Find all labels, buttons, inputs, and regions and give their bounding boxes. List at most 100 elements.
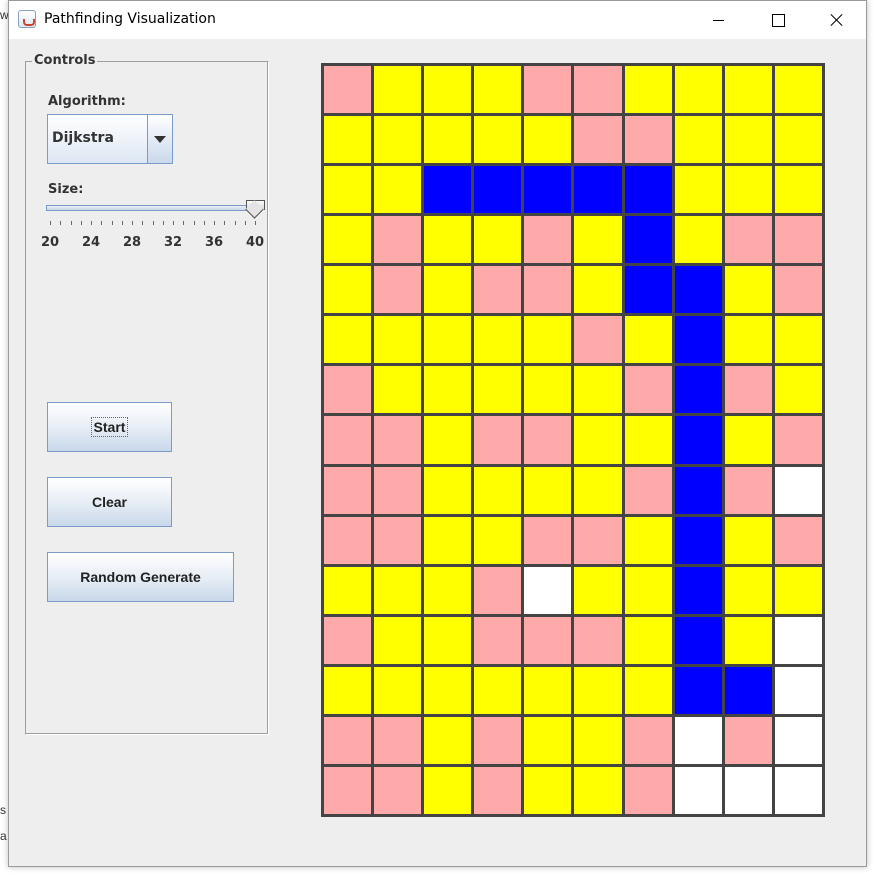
- grid-cell[interactable]: [524, 366, 572, 414]
- grid-cell[interactable]: [624, 316, 672, 364]
- algorithm-dropdown[interactable]: Dijkstra: [47, 114, 173, 164]
- grid-cell[interactable]: [724, 266, 772, 314]
- grid-cell[interactable]: [424, 466, 472, 514]
- grid-cell[interactable]: [574, 616, 622, 664]
- grid-cell[interactable]: [524, 116, 572, 164]
- grid-cell[interactable]: [674, 566, 722, 614]
- grid-cell[interactable]: [524, 716, 572, 764]
- chevron-down-icon[interactable]: [147, 115, 172, 163]
- grid-cell[interactable]: [424, 516, 472, 564]
- grid-cell[interactable]: [774, 416, 822, 464]
- grid-cell[interactable]: [474, 516, 522, 564]
- grid-cell[interactable]: [424, 116, 472, 164]
- grid-cell[interactable]: [474, 66, 522, 114]
- grid-cell[interactable]: [424, 266, 472, 314]
- grid-cell[interactable]: [574, 266, 622, 314]
- grid-cell[interactable]: [424, 316, 472, 364]
- grid-cell[interactable]: [774, 666, 822, 714]
- grid-cell[interactable]: [474, 766, 522, 814]
- grid-cell[interactable]: [574, 166, 622, 214]
- grid-cell[interactable]: [474, 266, 522, 314]
- grid-cell[interactable]: [774, 716, 822, 764]
- clear-button[interactable]: Clear: [47, 477, 172, 527]
- random-generate-button[interactable]: Random Generate: [47, 552, 234, 602]
- grid-cell[interactable]: [674, 666, 722, 714]
- grid-cell[interactable]: [524, 216, 572, 264]
- grid-cell[interactable]: [524, 66, 572, 114]
- grid-cell[interactable]: [724, 166, 772, 214]
- grid-cell[interactable]: [524, 166, 572, 214]
- grid-cell[interactable]: [774, 116, 822, 164]
- grid-cell[interactable]: [424, 166, 472, 214]
- minimize-button[interactable]: [695, 1, 741, 39]
- grid-cell[interactable]: [724, 466, 772, 514]
- pathfinding-grid[interactable]: [321, 63, 825, 817]
- grid-cell[interactable]: [424, 366, 472, 414]
- grid-cell[interactable]: [774, 216, 822, 264]
- grid-cell[interactable]: [324, 466, 372, 514]
- grid-cell[interactable]: [524, 616, 572, 664]
- grid-cell[interactable]: [674, 466, 722, 514]
- grid-cell[interactable]: [474, 616, 522, 664]
- grid-cell[interactable]: [574, 516, 622, 564]
- grid-cell[interactable]: [474, 566, 522, 614]
- grid-cell[interactable]: [724, 216, 772, 264]
- grid-cell[interactable]: [624, 366, 672, 414]
- grid-cell[interactable]: [574, 116, 622, 164]
- grid-cell[interactable]: [774, 566, 822, 614]
- grid-cell[interactable]: [574, 466, 622, 514]
- grid-cell[interactable]: [424, 716, 472, 764]
- grid-cell[interactable]: [424, 416, 472, 464]
- grid-cell[interactable]: [474, 116, 522, 164]
- size-slider[interactable]: 20 24 28 32 36 40: [41, 200, 265, 250]
- grid-cell[interactable]: [324, 716, 372, 764]
- grid-cell[interactable]: [424, 566, 472, 614]
- grid-cell[interactable]: [674, 116, 722, 164]
- grid-cell[interactable]: [574, 566, 622, 614]
- grid-cell[interactable]: [374, 316, 422, 364]
- grid-cell[interactable]: [624, 566, 672, 614]
- grid-cell[interactable]: [474, 316, 522, 364]
- grid-cell[interactable]: [374, 666, 422, 714]
- grid-cell[interactable]: [574, 716, 622, 764]
- grid-cell[interactable]: [524, 466, 572, 514]
- grid-cell[interactable]: [374, 66, 422, 114]
- grid-cell[interactable]: [674, 616, 722, 664]
- grid-cell[interactable]: [674, 66, 722, 114]
- grid-cell[interactable]: [374, 466, 422, 514]
- grid-cell[interactable]: [424, 66, 472, 114]
- grid-cell[interactable]: [774, 766, 822, 814]
- grid-cell[interactable]: [474, 366, 522, 414]
- grid-cell[interactable]: [674, 416, 722, 464]
- grid-cell[interactable]: [724, 116, 772, 164]
- close-button[interactable]: [814, 1, 860, 39]
- grid-cell[interactable]: [724, 416, 772, 464]
- grid-cell[interactable]: [724, 66, 772, 114]
- grid-cell[interactable]: [324, 316, 372, 364]
- grid-cell[interactable]: [374, 116, 422, 164]
- grid-cell[interactable]: [674, 366, 722, 414]
- grid-cell[interactable]: [724, 566, 772, 614]
- grid-cell[interactable]: [524, 266, 572, 314]
- grid-cell[interactable]: [774, 266, 822, 314]
- grid-cell[interactable]: [574, 316, 622, 364]
- grid-cell[interactable]: [674, 316, 722, 364]
- grid-cell[interactable]: [424, 216, 472, 264]
- grid-cell[interactable]: [724, 366, 772, 414]
- grid-cell[interactable]: [624, 666, 672, 714]
- grid-cell[interactable]: [524, 666, 572, 714]
- grid-cell[interactable]: [624, 616, 672, 664]
- grid-cell[interactable]: [624, 466, 672, 514]
- title-bar[interactable]: Pathfinding Visualization: [9, 1, 866, 39]
- grid-cell[interactable]: [374, 716, 422, 764]
- grid-cell[interactable]: [324, 216, 372, 264]
- grid-cell[interactable]: [324, 516, 372, 564]
- grid-cell[interactable]: [324, 66, 372, 114]
- grid-cell[interactable]: [324, 166, 372, 214]
- grid-cell[interactable]: [674, 266, 722, 314]
- grid-cell[interactable]: [624, 516, 672, 564]
- grid-cell[interactable]: [424, 666, 472, 714]
- grid-cell[interactable]: [374, 216, 422, 264]
- grid-cell[interactable]: [474, 416, 522, 464]
- grid-cell[interactable]: [624, 216, 672, 264]
